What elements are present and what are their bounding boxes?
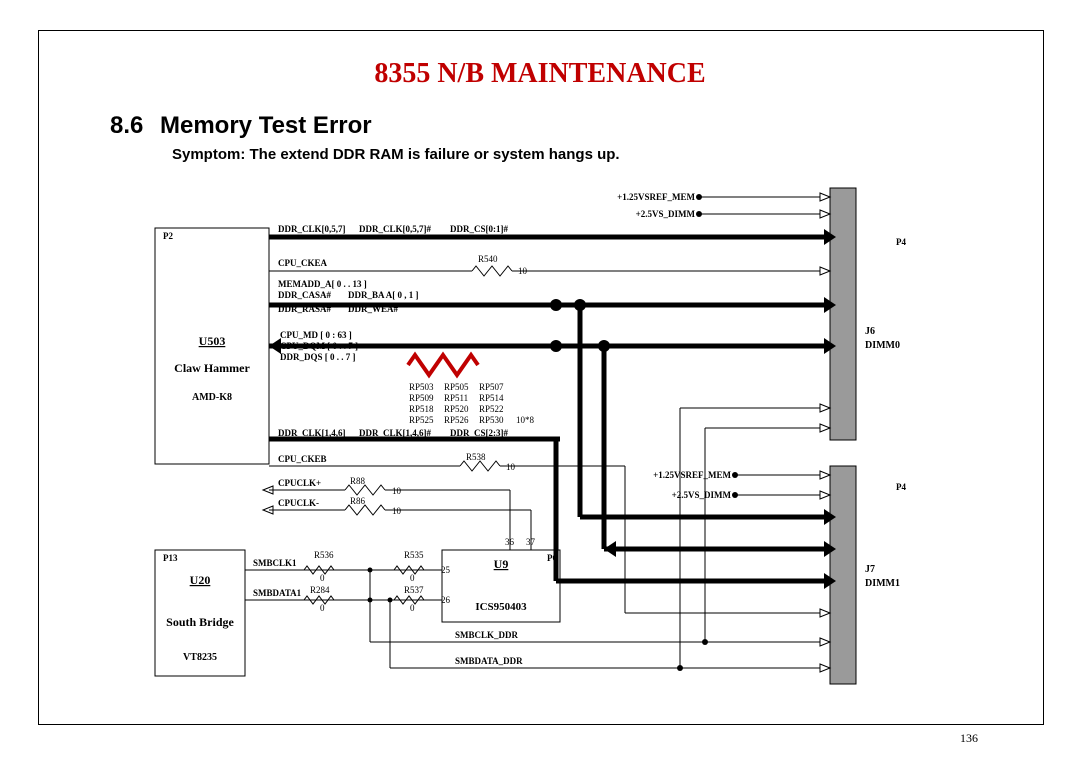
r536: R536 (314, 550, 334, 560)
u503-page: P2 (163, 231, 173, 241)
pin26: 26 (441, 595, 451, 605)
r535: R535 (404, 550, 424, 560)
r284: R284 (310, 585, 330, 595)
ddrrasa: DDR_RASA# (278, 304, 332, 314)
r538v: 10 (506, 462, 516, 472)
ddrdqs: DDR_DQS [ 0 . . 7 ] (280, 352, 356, 362)
cpumd: CPU_MD [ 0 : 63 ] (280, 330, 352, 340)
u20-name: South Bridge (166, 615, 234, 629)
u20-ref: U20 (190, 573, 211, 587)
ddrcasa: DDR_CASA# (278, 290, 332, 300)
ddrba: DDR_BA A[ 0 , 1 ] (348, 290, 419, 300)
vref1-label: +1.25VSREF_MEM (653, 470, 731, 480)
rp518: RP518 (409, 404, 434, 414)
cpuckeb: CPU_CKEB (278, 454, 327, 464)
ddrcs1: DDR_CS[2:3]# (450, 428, 508, 438)
smbdataddr: SMBDATA_DDR (455, 656, 523, 666)
r537: R537 (404, 585, 424, 595)
r536v: 0 (320, 573, 325, 583)
schematic-diagram: P2 U503 Claw Hammer AMD-K8 P13 U20 South… (0, 0, 1080, 763)
rp509: RP509 (409, 393, 434, 403)
r538: R538 (466, 452, 486, 462)
smbclkddr: SMBCLK_DDR (455, 630, 519, 640)
dimm0-page: P4 (896, 237, 906, 247)
rp511: RP511 (444, 393, 468, 403)
rp530: RP530 (479, 415, 504, 425)
r535v: 0 (410, 573, 415, 583)
u20-page: P13 (163, 553, 178, 563)
ddrclk1n: DDR_CLK[1,4,6]# (359, 428, 431, 438)
cpu-ckea: CPU_CKEA (278, 258, 327, 268)
dimm0-name: DIMM0 (865, 340, 900, 351)
dimm1-ref: J7 (865, 564, 875, 575)
smbclk1: SMBCLK1 (253, 558, 297, 568)
vref0-label: +1.25VSREF_MEM (617, 192, 695, 202)
dimm0-ref: J6 (865, 326, 875, 337)
r88v: 10 (392, 486, 402, 496)
pin25: 25 (441, 565, 451, 575)
rp522: RP522 (479, 404, 504, 414)
dimm1-name: DIMM1 (865, 578, 900, 589)
u9-name: ICS950403 (475, 601, 527, 613)
u503-ref: U503 (199, 334, 226, 348)
rpnote: 10*8 (516, 415, 535, 425)
ddr-cs0: DDR_CS[0:1]# (450, 224, 508, 234)
r537v: 0 (410, 603, 415, 613)
cpudqm: CPU_DQM [ 0 . . 7 ] (280, 341, 358, 351)
u503-name: Claw Hammer (174, 361, 250, 375)
rp505: RP505 (444, 382, 469, 392)
r86v: 10 (392, 506, 402, 516)
ddr-clk0n: DDR_CLK[0,5,7]# (359, 224, 431, 234)
vdimm1-label: +2.5VS_DIMM (672, 490, 732, 500)
memadd: MEMADD_A[ 0 . . 13 ] (278, 279, 367, 289)
rp520: RP520 (444, 404, 469, 414)
ddrclk1: DDR_CLK[1,4,6] (278, 428, 346, 438)
r284v: 0 (320, 603, 325, 613)
rp525: RP525 (409, 415, 434, 425)
rp507: RP507 (479, 382, 504, 392)
u20-part: VT8235 (183, 652, 217, 663)
rp526: RP526 (444, 415, 469, 425)
ddr-clk0: DDR_CLK[0,5,7] (278, 224, 346, 234)
dimm1-page: P4 (896, 482, 906, 492)
cpuclkp: CPUCLK+ (278, 478, 321, 488)
r86: R86 (350, 496, 366, 506)
rp503: RP503 (409, 382, 434, 392)
r88: R88 (350, 476, 366, 486)
rp514: RP514 (479, 393, 504, 403)
ddrwea: DDR_WEA# (348, 304, 399, 314)
u9-ref: U9 (494, 557, 509, 571)
r540v: 10 (518, 266, 528, 276)
r540: R540 (478, 254, 498, 264)
vdimm0-label: +2.5VS_DIMM (636, 209, 696, 219)
u503-part: AMD-K8 (192, 392, 232, 403)
smbdata1: SMBDATA1 (253, 588, 302, 598)
cpuclkn: CPUCLK- (278, 498, 319, 508)
